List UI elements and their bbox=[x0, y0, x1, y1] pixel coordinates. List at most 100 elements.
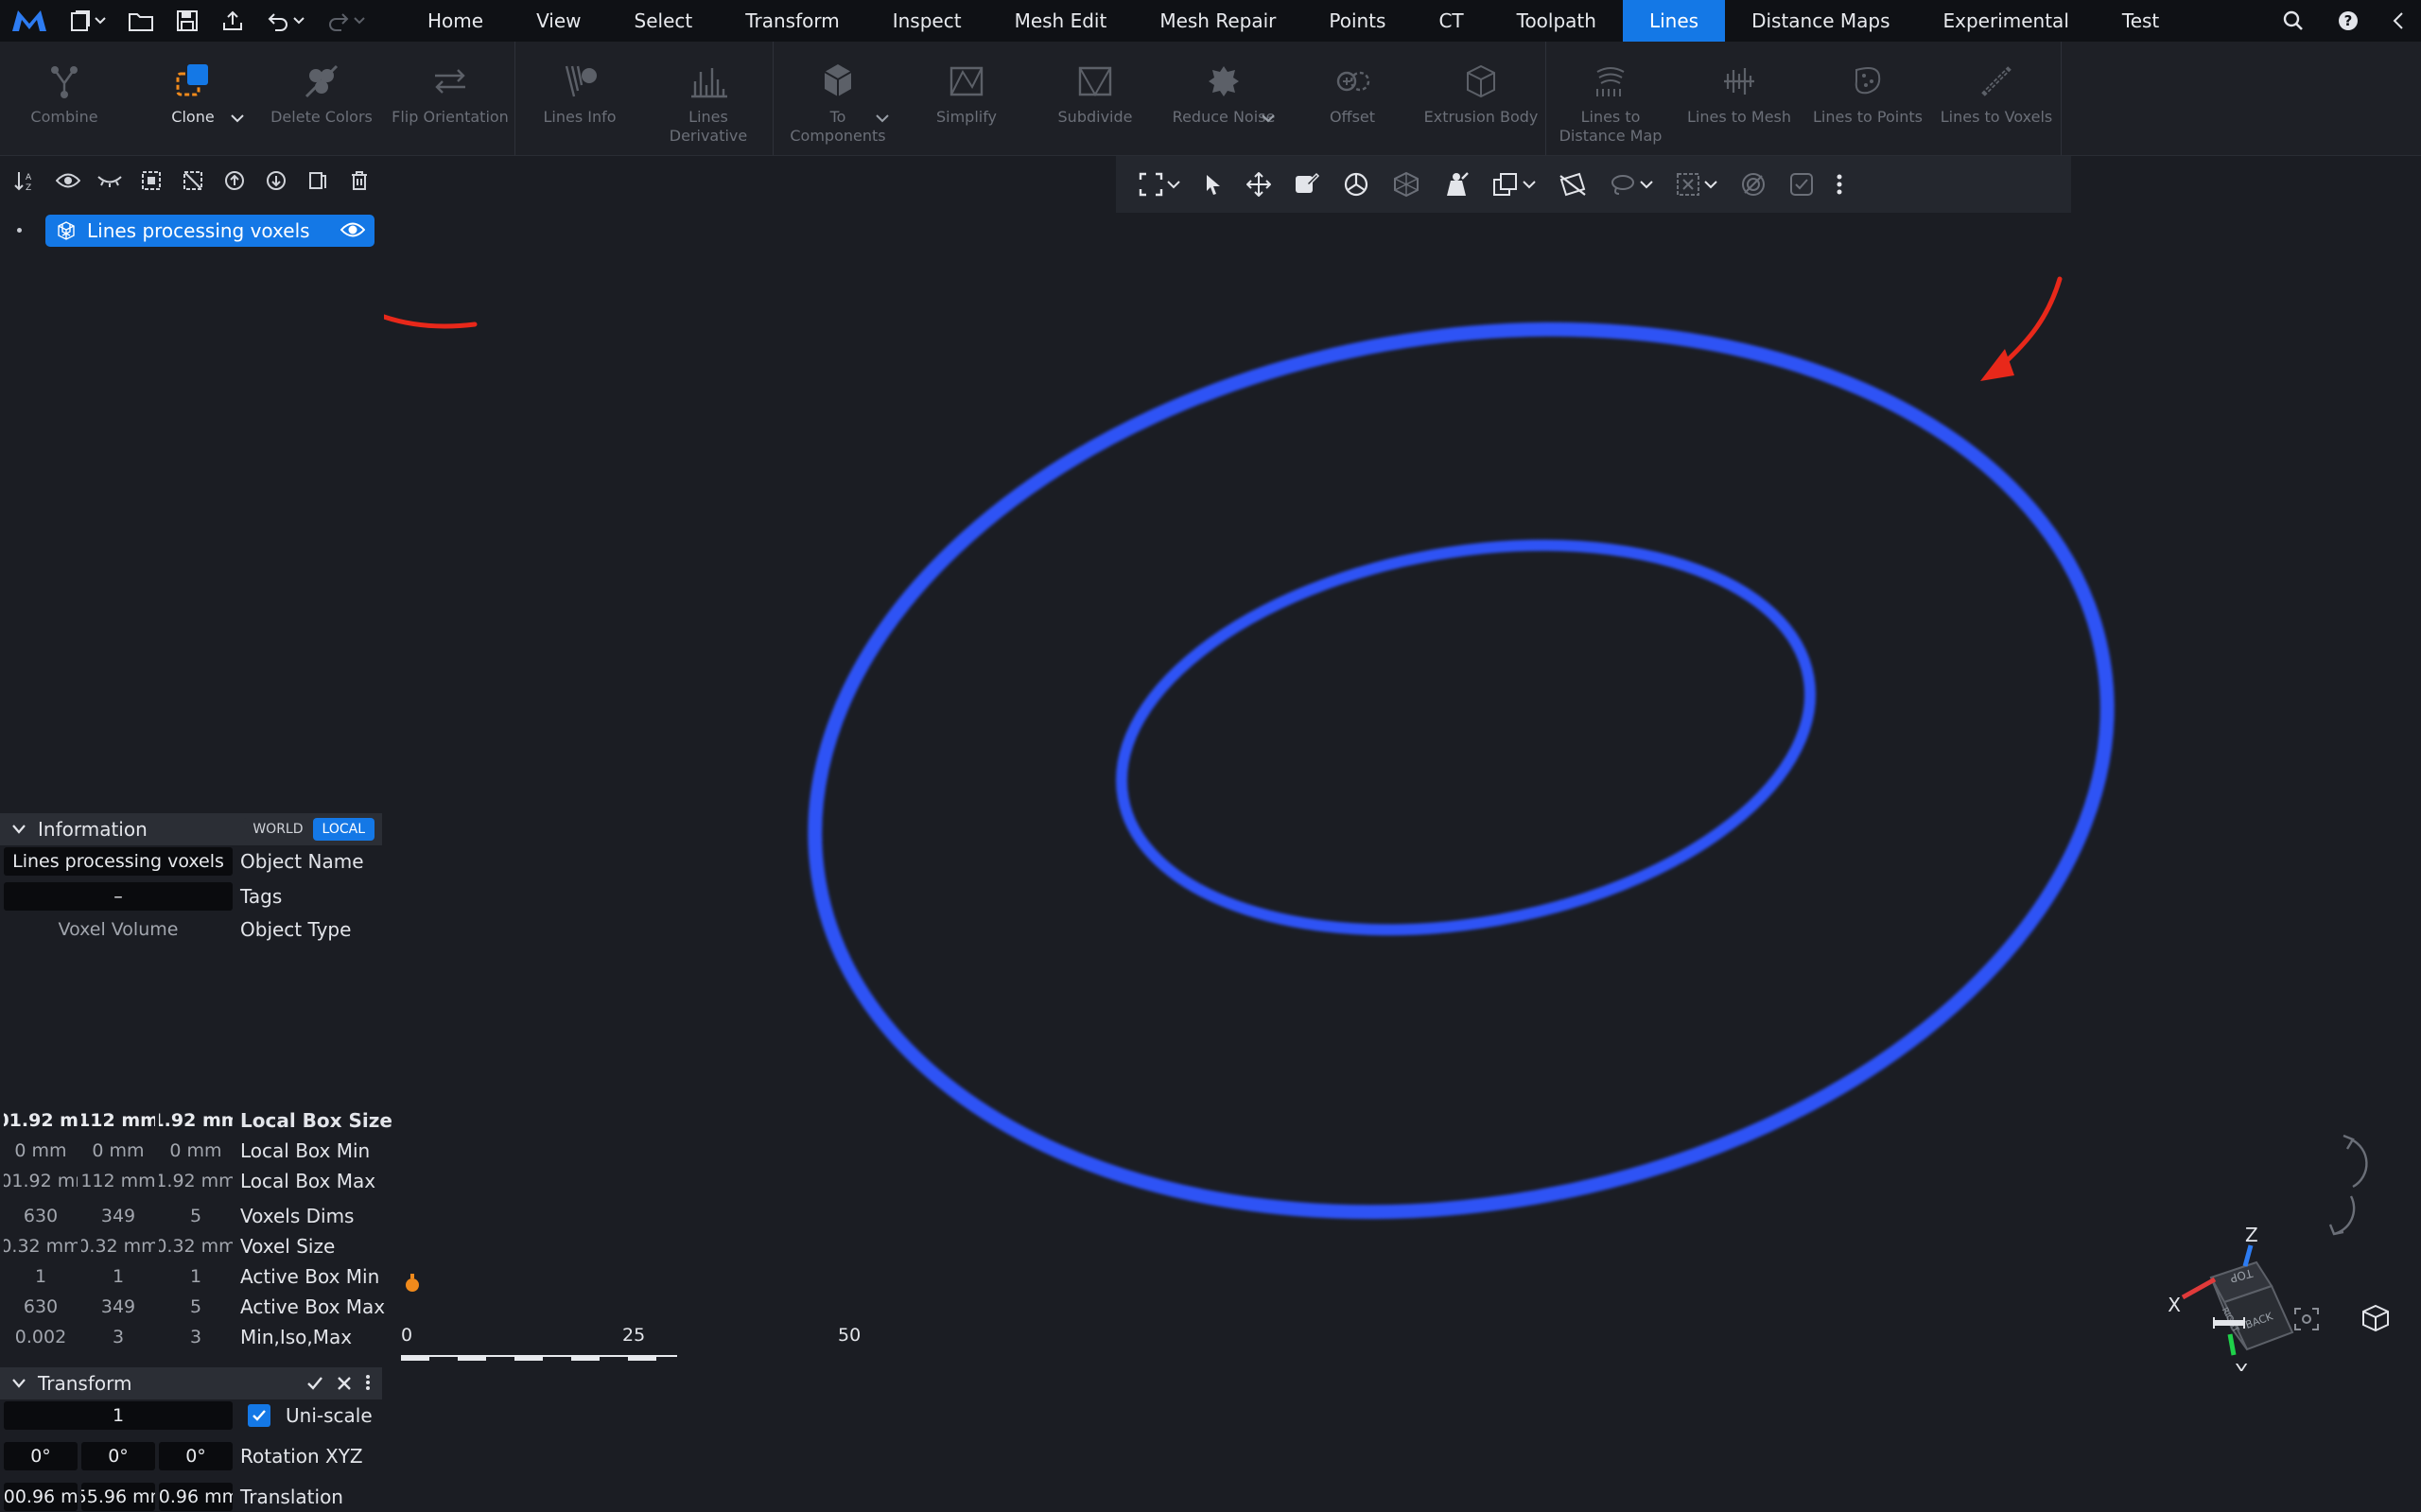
tab-test[interactable]: Test bbox=[2096, 0, 2186, 42]
tab-ct[interactable]: CT bbox=[1412, 0, 1489, 42]
lines-to-mesh-button[interactable]: Lines to Mesh bbox=[1675, 42, 1803, 155]
help-icon[interactable]: ? bbox=[2321, 0, 2376, 42]
show-all-eye-icon[interactable] bbox=[47, 160, 89, 201]
ribbon-tool-label: Clone bbox=[171, 108, 215, 126]
move-up-icon[interactable] bbox=[214, 160, 255, 201]
confirm-check-box-icon[interactable] bbox=[1778, 156, 1825, 213]
rotate-view-arrows-icon[interactable] bbox=[2328, 1134, 2368, 1236]
edit-object-icon[interactable] bbox=[1282, 156, 1332, 213]
measure-ruler-icon[interactable] bbox=[2213, 1312, 2245, 1334]
rotation-y-input[interactable]: 0° bbox=[81, 1442, 155, 1470]
lines-to-distance-map-button[interactable]: Lines to Distance Map bbox=[1546, 42, 1675, 155]
view-cube[interactable]: TOP BACK RIGHT Z X Y bbox=[2168, 1224, 2294, 1371]
tab-mesh-edit[interactable]: Mesh Edit bbox=[988, 0, 1134, 42]
undo-icon[interactable] bbox=[255, 0, 316, 42]
rotation-z-input[interactable]: 0° bbox=[159, 1442, 233, 1470]
reset-close-icon[interactable] bbox=[337, 1373, 352, 1396]
simplify-button[interactable]: Simplify bbox=[902, 42, 1031, 155]
tab-lines[interactable]: Lines bbox=[1622, 0, 1726, 42]
paint-object-icon[interactable] bbox=[1432, 156, 1481, 213]
world-toggle[interactable]: WORLD bbox=[243, 818, 313, 841]
hide-all-icon[interactable] bbox=[89, 160, 131, 201]
tab-inspect[interactable]: Inspect bbox=[866, 0, 988, 42]
flip-orientation-button[interactable]: Flip Orientation bbox=[386, 42, 514, 155]
new-file-menu-icon[interactable] bbox=[59, 0, 117, 42]
lines-to-points-button[interactable]: Lines to Points bbox=[1803, 42, 1932, 155]
frame-selection-icon[interactable] bbox=[1127, 156, 1192, 213]
collapse-chevron-icon[interactable] bbox=[2376, 0, 2421, 42]
information-section-header[interactable]: Information WORLD LOCAL bbox=[0, 813, 382, 845]
3d-viewport[interactable]: TOP BACK RIGHT Z X Y 0 25 50 bbox=[384, 156, 2421, 1371]
lines-info-button[interactable]: Lines Info bbox=[515, 42, 644, 155]
translation-x-input[interactable]: -100.96 mm bbox=[4, 1483, 78, 1511]
chevron-down-icon[interactable] bbox=[231, 109, 244, 127]
combine-button[interactable]: Combine bbox=[0, 42, 129, 155]
inner-voxel-line[interactable] bbox=[1091, 495, 1841, 981]
tab-transform[interactable]: Transform bbox=[719, 0, 865, 42]
viewport-canvas[interactable]: TOP BACK RIGHT Z X Y bbox=[384, 156, 2421, 1371]
lines-to-voxels-button[interactable]: Lines to Voxels bbox=[1932, 42, 2061, 155]
sort-az-icon[interactable]: AZ bbox=[6, 160, 47, 201]
rotation-x-input[interactable]: 0° bbox=[4, 1442, 78, 1470]
app-logo-icon[interactable] bbox=[0, 0, 59, 42]
apply-check-icon[interactable] bbox=[306, 1373, 323, 1396]
select-all-icon[interactable] bbox=[131, 160, 172, 201]
deselect-all-icon[interactable] bbox=[172, 160, 214, 201]
info-row-voxel-size: 0.32 mm 0.32 mm 0.32 mm Voxel Size bbox=[0, 1231, 384, 1261]
info-value: 1 bbox=[189, 1266, 202, 1287]
duplicate-icon[interactable] bbox=[297, 160, 339, 201]
lasso-select-icon[interactable] bbox=[1598, 156, 1664, 213]
move-arrows-icon[interactable] bbox=[1235, 156, 1282, 213]
status-timer-icon[interactable] bbox=[406, 1274, 419, 1292]
save-icon[interactable] bbox=[165, 0, 210, 42]
reduce-noise-button[interactable]: Reduce Noise bbox=[1159, 42, 1288, 155]
subdivide-button[interactable]: Subdivide bbox=[1031, 42, 1159, 155]
tab-view[interactable]: View bbox=[510, 0, 607, 42]
chevron-down-icon[interactable] bbox=[876, 109, 889, 127]
select-cursor-icon[interactable] bbox=[1192, 156, 1235, 213]
transform-section-header[interactable]: Transform bbox=[0, 1367, 382, 1399]
tab-home[interactable]: Home bbox=[401, 0, 510, 42]
transform-gizmo-icon[interactable] bbox=[1381, 156, 1432, 213]
delete-colors-button[interactable]: Delete Colors bbox=[257, 42, 386, 155]
info-value: 0 mm bbox=[92, 1140, 145, 1161]
clear-selection-icon[interactable] bbox=[1664, 156, 1729, 213]
redo-icon[interactable] bbox=[316, 0, 376, 42]
hide-plane-icon[interactable] bbox=[1547, 156, 1598, 213]
more-vertical-icon[interactable] bbox=[1825, 156, 1854, 213]
tab-toolpath[interactable]: Toolpath bbox=[1490, 0, 1623, 42]
object-name-field[interactable]: Lines processing voxels bbox=[4, 847, 233, 876]
fit-view-icon[interactable] bbox=[2292, 1306, 2321, 1337]
tab-distance-maps[interactable]: Distance Maps bbox=[1725, 0, 1916, 42]
to-components-button[interactable]: To Components bbox=[774, 42, 902, 155]
delete-trash-icon[interactable] bbox=[339, 160, 380, 201]
clone-overlap-icon[interactable] bbox=[1481, 156, 1547, 213]
rotate-gizmo-icon[interactable] bbox=[1332, 156, 1381, 213]
scene-object-item[interactable]: Lines processing voxels bbox=[45, 215, 374, 247]
chevron-down-icon[interactable] bbox=[1262, 109, 1275, 127]
move-down-icon[interactable] bbox=[255, 160, 297, 201]
more-options-icon[interactable] bbox=[365, 1373, 371, 1396]
tags-field[interactable]: – bbox=[4, 882, 233, 911]
visibility-eye-icon[interactable] bbox=[340, 220, 366, 244]
disable-icon[interactable] bbox=[1729, 156, 1778, 213]
translation-y-input[interactable]: -55.96 mm bbox=[81, 1483, 155, 1511]
clone-button[interactable]: Clone bbox=[129, 42, 257, 155]
uniscale-checkbox[interactable] bbox=[248, 1404, 270, 1427]
outer-voxel-line[interactable] bbox=[744, 231, 2178, 1310]
export-icon[interactable] bbox=[210, 0, 255, 42]
local-toggle[interactable]: LOCAL bbox=[312, 818, 374, 841]
view-mode-cube-icon[interactable] bbox=[2360, 1304, 2391, 1337]
tab-select[interactable]: Select bbox=[608, 0, 720, 42]
open-folder-icon[interactable] bbox=[117, 0, 165, 42]
offset-button[interactable]: Offset bbox=[1288, 42, 1417, 155]
info-value: 0 mm bbox=[14, 1140, 67, 1161]
scale-input[interactable]: 1 bbox=[4, 1401, 233, 1430]
extrusion-body-button[interactable]: Extrusion Body bbox=[1417, 42, 1545, 155]
tab-points[interactable]: Points bbox=[1302, 0, 1412, 42]
tab-mesh-repair[interactable]: Mesh Repair bbox=[1133, 0, 1302, 42]
translation-z-input[interactable]: -0.96 mm bbox=[159, 1483, 233, 1511]
tab-experimental[interactable]: Experimental bbox=[1917, 0, 2096, 42]
lines-derivative-button[interactable]: Lines Derivative bbox=[644, 42, 773, 155]
search-icon[interactable] bbox=[2266, 0, 2321, 42]
